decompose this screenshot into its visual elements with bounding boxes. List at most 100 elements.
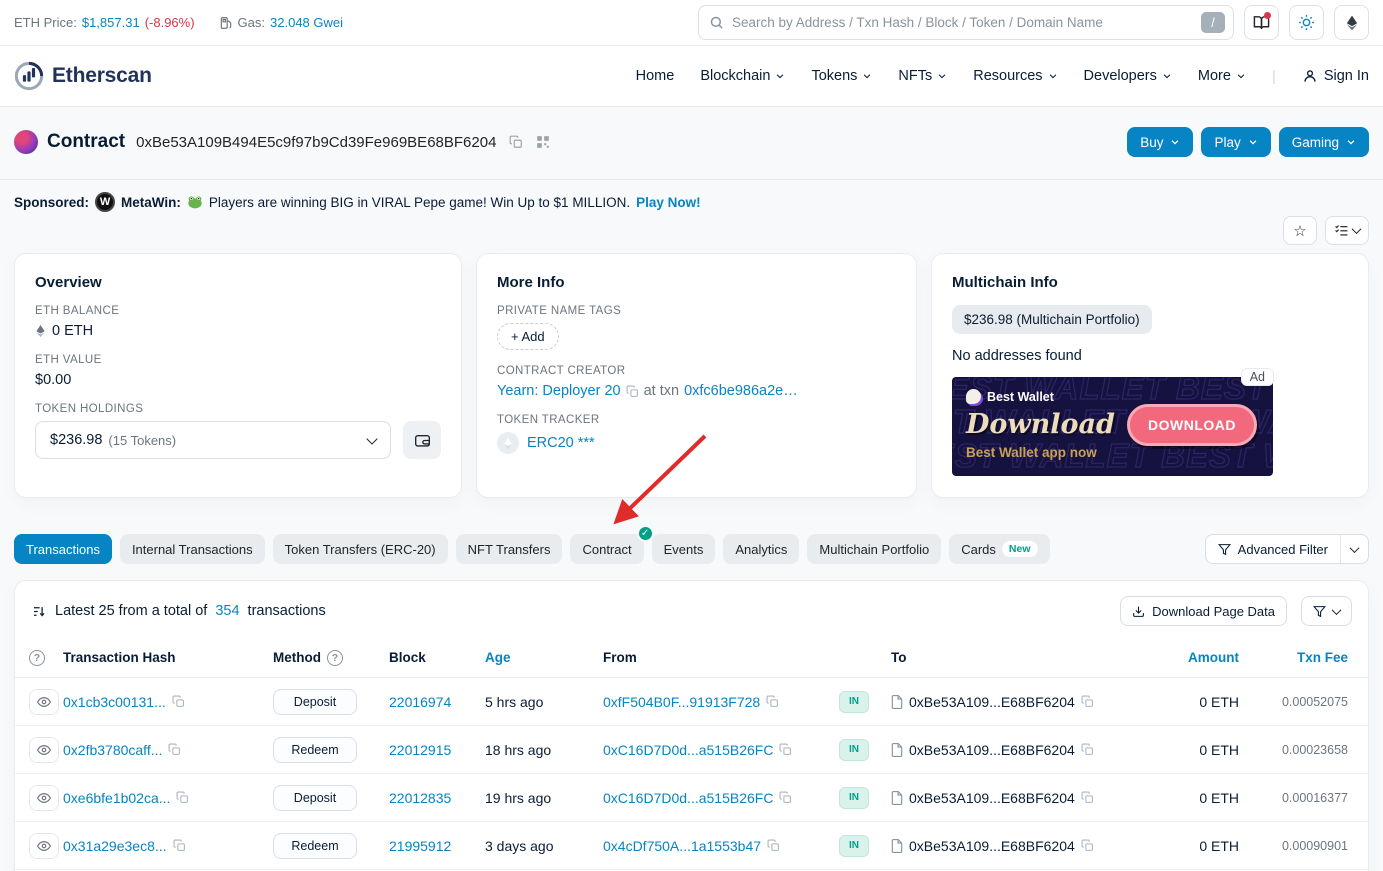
star-icon: ☆ <box>1293 222 1306 240</box>
play-button[interactable]: Play <box>1201 127 1270 157</box>
from-address-link[interactable]: 0xfF504B0F...91913F728 <box>603 694 760 710</box>
tab-cards[interactable]: Cards New <box>949 534 1049 564</box>
eth-price-group: ETH Price: $1,857.31 (-8.96%) <box>14 15 195 30</box>
tab-contract[interactable]: Contract ✓ <box>570 534 643 564</box>
method-badge[interactable]: Redeem <box>273 833 357 859</box>
search-bar[interactable]: / <box>698 5 1234 40</box>
copy-address-button[interactable] <box>509 135 523 149</box>
chevron-down-icon <box>1332 605 1342 615</box>
nav-more[interactable]: More <box>1198 68 1246 84</box>
copy-icon[interactable] <box>766 695 779 708</box>
theme-toggle-button[interactable] <box>1289 5 1324 40</box>
download-page-data-button[interactable]: Download Page Data <box>1120 596 1287 626</box>
wallet-button[interactable] <box>403 421 441 459</box>
col-amount-toggle[interactable]: Amount <box>1153 650 1253 665</box>
nav-blockchain[interactable]: Blockchain <box>700 68 785 84</box>
eth-price-change: (-8.96%) <box>145 15 195 30</box>
docs-button[interactable] <box>1244 5 1279 40</box>
tab-events[interactable]: Events <box>652 534 716 564</box>
tab-transactions[interactable]: Transactions <box>14 534 112 564</box>
block-link[interactable]: 21995912 <box>389 838 485 854</box>
txn-hash-link[interactable]: 0x31a29e3ec8... <box>63 838 167 854</box>
txn-fee-value: 0.00023658 <box>1253 743 1354 757</box>
network-button[interactable] <box>1334 5 1369 40</box>
preview-txn-button[interactable] <box>29 689 59 715</box>
block-link[interactable]: 22012835 <box>389 790 485 806</box>
ad-headline: Download <box>966 409 1115 440</box>
advanced-filter-button[interactable]: Advanced Filter <box>1206 535 1340 563</box>
from-address-link[interactable]: 0xC16D7D0d...a515B26FC <box>603 790 773 806</box>
txn-hash-link[interactable]: 0xe6bfe1b02ca... <box>63 790 170 806</box>
token-holdings-dropdown[interactable]: $236.98 (15 Tokens) <box>35 421 391 459</box>
method-badge[interactable]: Redeem <box>273 737 357 763</box>
preview-txn-button[interactable] <box>29 785 59 811</box>
from-address-link[interactable]: 0xC16D7D0d...a515B26FC <box>603 742 773 758</box>
copy-icon[interactable] <box>1081 791 1094 804</box>
from-address-link[interactable]: 0x4cDf750A...1a1553b47 <box>603 838 761 854</box>
tab-analytics[interactable]: Analytics <box>723 534 799 564</box>
nav-tokens[interactable]: Tokens <box>811 68 872 84</box>
method-badge[interactable]: Deposit <box>273 785 357 811</box>
copy-icon[interactable] <box>168 743 181 756</box>
add-name-tag-button[interactable]: + Add <box>497 323 559 350</box>
private-name-tags-label: PRIVATE NAME TAGS <box>497 305 896 317</box>
to-address[interactable]: 0xBe53A109...E68BF6204 <box>909 742 1075 758</box>
search-input[interactable] <box>732 15 1201 30</box>
tab-multichain-portfolio[interactable]: Multichain Portfolio <box>807 534 941 564</box>
to-address[interactable]: 0xBe53A109...E68BF6204 <box>909 694 1075 710</box>
copy-icon[interactable] <box>626 385 639 398</box>
copy-icon[interactable] <box>172 695 185 708</box>
tab-token-transfers[interactable]: Token Transfers (ERC-20) <box>273 534 448 564</box>
table-filter-button[interactable] <box>1301 596 1352 626</box>
buy-button[interactable]: Buy <box>1127 127 1193 157</box>
copy-icon[interactable] <box>173 839 186 852</box>
copy-icon[interactable] <box>767 839 780 852</box>
copy-icon[interactable] <box>1081 839 1094 852</box>
advanced-filter-caret[interactable] <box>1340 535 1368 563</box>
view-options-button[interactable] <box>1325 216 1369 245</box>
col-txn-fee-toggle[interactable]: Txn Fee <box>1253 650 1354 665</box>
address-blockie-avatar <box>14 130 38 154</box>
block-link[interactable]: 22012915 <box>389 742 485 758</box>
txn-hash-link[interactable]: 0x2fb3780caff... <box>63 742 162 758</box>
nav-resources[interactable]: Resources <box>973 68 1057 84</box>
copy-icon[interactable] <box>779 743 792 756</box>
block-link[interactable]: 22016974 <box>389 694 485 710</box>
chevron-down-icon <box>1048 71 1058 81</box>
copy-icon[interactable] <box>779 791 792 804</box>
sign-in-button[interactable]: Sign In <box>1302 68 1369 84</box>
qr-code-button[interactable] <box>536 135 550 149</box>
copy-icon[interactable] <box>1081 743 1094 756</box>
col-age-toggle[interactable]: Age <box>485 650 603 665</box>
ad-banner[interactable]: Ad BEST WALLET BEST WALLET BEST WALLET B… <box>952 377 1273 476</box>
tab-internal-transactions[interactable]: Internal Transactions <box>120 534 265 564</box>
creator-link[interactable]: Yearn: Deployer 20 <box>497 383 621 399</box>
help-icon[interactable]: ? <box>29 650 45 666</box>
tab-nft-transfers[interactable]: NFT Transfers <box>456 534 563 564</box>
nav-home[interactable]: Home <box>636 68 675 84</box>
copy-icon[interactable] <box>1081 695 1094 708</box>
preview-txn-button[interactable] <box>29 833 59 859</box>
copy-icon[interactable] <box>176 791 189 804</box>
help-icon[interactable]: ? <box>327 650 343 666</box>
summary-count[interactable]: 354 <box>215 603 239 619</box>
sponsored-cta-link[interactable]: Play Now! <box>636 195 701 210</box>
token-tracker-link[interactable]: ERC20 *** <box>527 435 595 451</box>
favorite-button[interactable]: ☆ <box>1283 216 1317 245</box>
brand[interactable]: Etherscan <box>14 61 152 91</box>
txn-hash-link[interactable]: 0x1cb3c00131... <box>63 694 166 710</box>
method-badge[interactable]: Deposit <box>273 689 357 715</box>
eth-price-value[interactable]: $1,857.31 <box>82 15 140 30</box>
preview-txn-button[interactable] <box>29 737 59 763</box>
ad-download-button[interactable]: DOWNLOAD <box>1127 404 1257 446</box>
overview-card: Overview ETH BALANCE 0 ETH ETH VALUE $0.… <box>14 253 462 498</box>
to-address[interactable]: 0xBe53A109...E68BF6204 <box>909 838 1075 854</box>
to-address[interactable]: 0xBe53A109...E68BF6204 <box>909 790 1075 806</box>
creation-txn-link[interactable]: 0xfc6be986a2e… <box>684 383 798 399</box>
gas-value[interactable]: 32.048 Gwei <box>270 15 343 30</box>
nav-developers[interactable]: Developers <box>1084 68 1172 84</box>
nav-nfts[interactable]: NFTs <box>898 68 947 84</box>
gaming-button[interactable]: Gaming <box>1279 127 1369 157</box>
frog-emoji-icon <box>187 195 203 209</box>
multichain-portfolio-badge[interactable]: $236.98 (Multichain Portfolio) <box>952 305 1152 334</box>
